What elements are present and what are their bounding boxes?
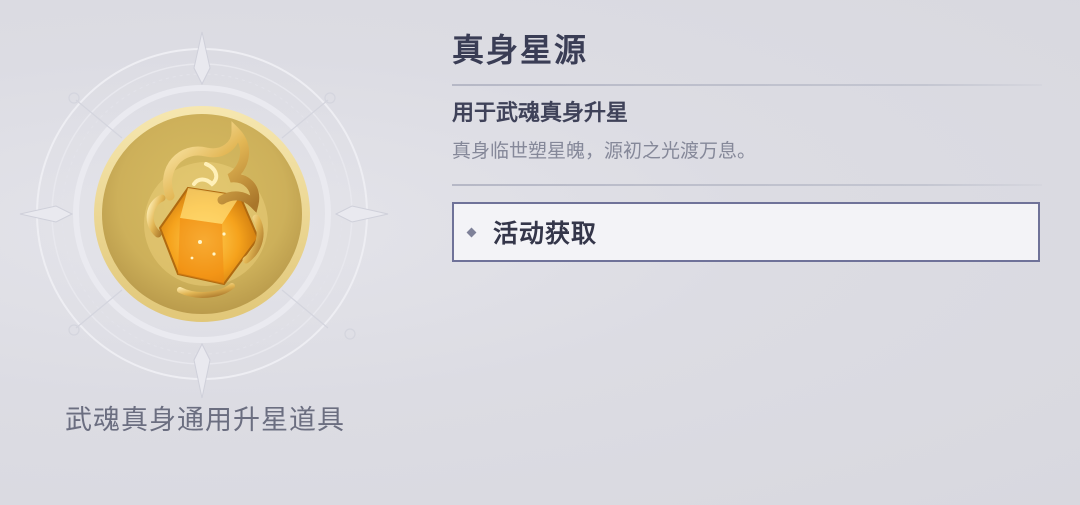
source-button-activity[interactable]: 活动获取 xyxy=(452,202,1040,262)
source-label: 活动获取 xyxy=(493,219,598,248)
item-usage: 用于武魂真身升星 xyxy=(452,101,629,126)
item-info-panel: 真身星源 用于武魂真身升星 真身临世塑星魄，源初之光渡万息。 活动获取 xyxy=(452,26,1046,262)
description-divider xyxy=(452,184,1042,186)
item-detail-screen: 武魂真身通用升星道具 真身星源 用于武魂真身升星 真身临世塑星魄，源初之光渡万息… xyxy=(0,0,1080,505)
diamond-bullet-icon xyxy=(466,227,477,237)
item-title: 真身星源 xyxy=(452,31,589,69)
compass-ornament-icon xyxy=(19,31,389,399)
title-divider xyxy=(452,84,1042,86)
item-description: 真身临世塑星魄，源初之光渡万息。 xyxy=(452,140,757,162)
item-caption: 武魂真身通用升星道具 xyxy=(65,405,345,436)
item-showcase xyxy=(10,28,400,408)
